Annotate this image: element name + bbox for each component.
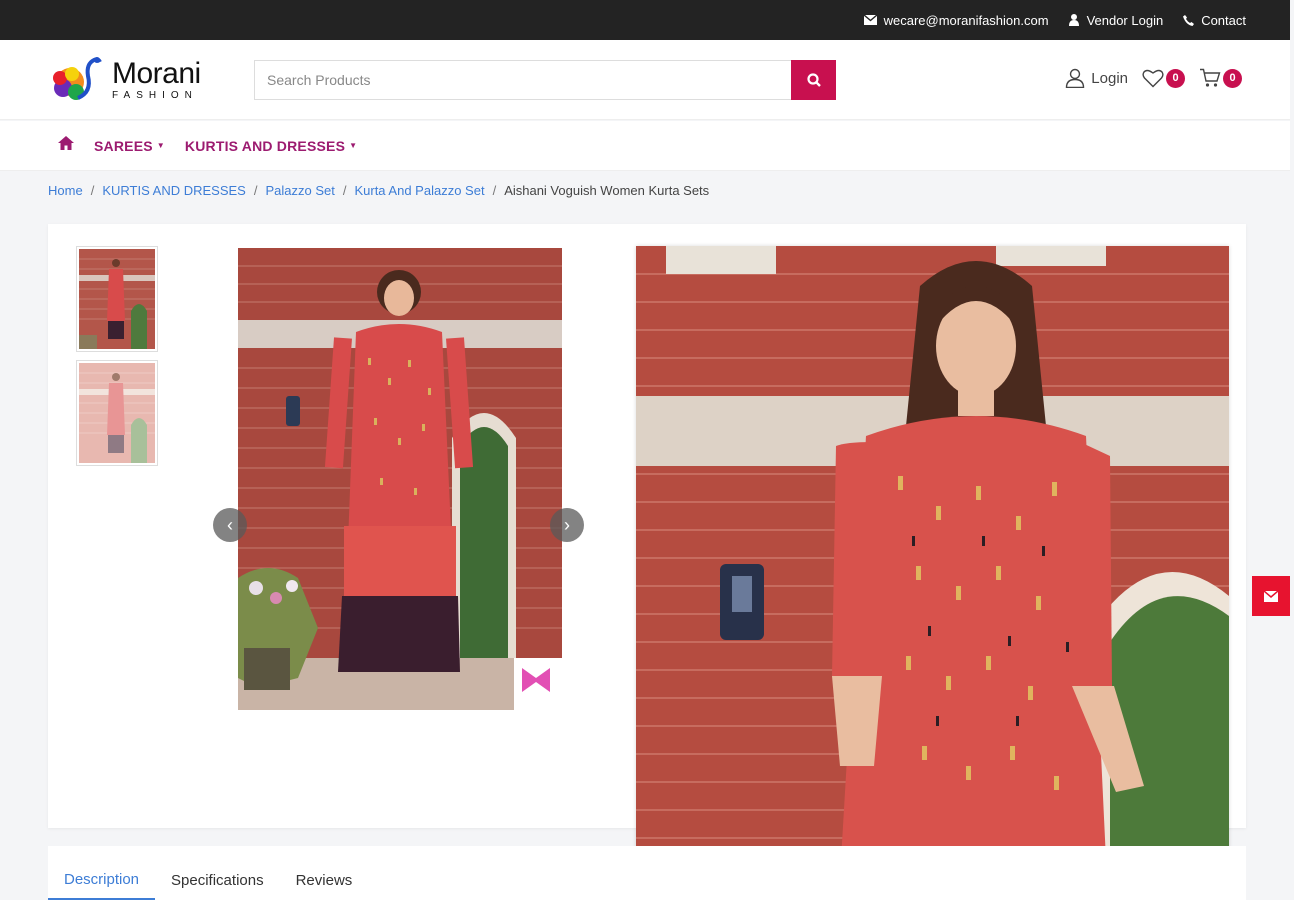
nav-item-label: SAREES xyxy=(94,137,153,154)
breadcrumb-separator: / xyxy=(342,183,347,198)
phone-icon xyxy=(1181,13,1195,27)
caret-down-icon: ▼ xyxy=(349,141,358,150)
zoom-preview-image xyxy=(636,246,1229,860)
vendor-login-label: Vendor Login xyxy=(1086,12,1164,28)
vendor-login-link[interactable]: Vendor Login xyxy=(1067,12,1164,28)
nav-item-label: KURTIS AND DRESSES xyxy=(184,137,346,154)
logo-name: Morani xyxy=(112,57,201,90)
breadcrumb-separator: / xyxy=(90,183,95,198)
envelope-icon xyxy=(1264,590,1278,602)
chevron-left-icon: ‹ xyxy=(227,514,233,535)
floating-mail-button[interactable] xyxy=(1252,576,1290,616)
search-icon xyxy=(806,73,821,87)
main-nav: SAREES ▼ KURTIS AND DRESSES ▼ xyxy=(0,121,1290,171)
product-detail-tabs: Description Specifications Reviews xyxy=(48,846,1246,900)
next-image-button[interactable]: › xyxy=(550,508,584,542)
zoomed-product-photo xyxy=(636,246,1229,860)
breadcrumb-link[interactable]: Palazzo Set xyxy=(265,183,334,198)
user-outline-icon xyxy=(1066,68,1085,88)
login-label: Login xyxy=(1091,69,1128,87)
envelope-icon xyxy=(864,13,878,27)
nav-item-sarees[interactable]: SAREES ▼ xyxy=(94,138,165,154)
cart-icon xyxy=(1200,68,1221,87)
breadcrumb-link[interactable]: KURTIS AND DRESSES xyxy=(102,183,246,198)
heart-icon xyxy=(1142,69,1164,88)
site-header: Morani FASHION Login 0 0 xyxy=(0,40,1290,120)
login-button[interactable]: Login xyxy=(1065,68,1128,88)
breadcrumb-link[interactable]: Home xyxy=(48,183,83,198)
nav-item-kurtis-and-dresses[interactable]: KURTIS AND DRESSES ▼ xyxy=(185,138,357,154)
main-product-image[interactable] xyxy=(238,248,562,710)
tab-reviews[interactable]: Reviews xyxy=(280,860,369,900)
breadcrumb-link[interactable]: Kurta And Palazzo Set xyxy=(354,183,484,198)
breadcrumb-current: Aishani Voguish Women Kurta Sets xyxy=(504,183,710,198)
breadcrumb-separator: / xyxy=(492,183,497,198)
search-bar xyxy=(254,60,836,100)
logo-subtitle: FASHION xyxy=(112,90,198,101)
user-icon xyxy=(1067,13,1081,27)
previous-image-button[interactable]: ‹ xyxy=(213,508,247,542)
contact-label: Contact xyxy=(1201,12,1246,28)
breadcrumb-separator: / xyxy=(253,183,258,198)
cart-count-badge: 0 xyxy=(1223,68,1242,88)
tab-description[interactable]: Description xyxy=(48,860,156,900)
product-photo xyxy=(238,248,562,710)
home-nav-button[interactable] xyxy=(58,136,74,155)
product-thumbnail[interactable] xyxy=(76,360,158,466)
contact-link[interactable]: Contact xyxy=(1181,13,1246,28)
search-input[interactable] xyxy=(254,60,791,100)
peacock-logo-icon xyxy=(53,57,102,100)
search-button[interactable] xyxy=(791,60,836,100)
chevron-right-icon: › xyxy=(564,514,570,535)
email-text: wecare@moranifashion.com xyxy=(883,12,1049,28)
email-link[interactable]: wecare@moranifashion.com xyxy=(864,13,1049,28)
thumbnail-image xyxy=(79,249,155,349)
home-icon xyxy=(58,136,74,150)
caret-down-icon: ▼ xyxy=(156,141,165,150)
tab-specifications[interactable]: Specifications xyxy=(155,860,280,900)
breadcrumb: Home / KURTIS AND DRESSES / Palazzo Set … xyxy=(48,183,709,198)
wishlist-button[interactable]: 0 xyxy=(1142,68,1185,88)
top-bar: wecare@moranifashion.com Vendor Login Co… xyxy=(0,0,1290,40)
product-thumbnail[interactable] xyxy=(76,246,158,352)
thumbnail-image xyxy=(79,363,155,463)
cart-button[interactable]: 0 xyxy=(1199,68,1242,88)
site-logo[interactable]: Morani FASHION xyxy=(48,50,218,110)
wishlist-count-badge: 0 xyxy=(1166,68,1185,88)
